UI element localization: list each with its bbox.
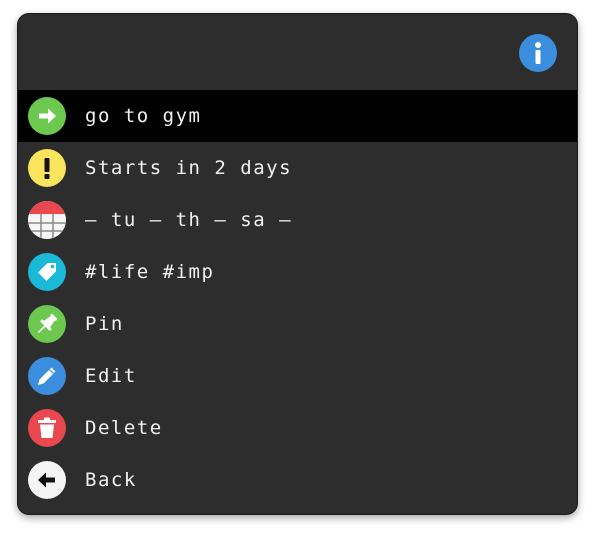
menu-item-starts[interactable]: Starts in 2 days <box>18 142 577 194</box>
pencil-icon <box>28 357 66 395</box>
back-label: Back <box>85 469 137 491</box>
arrow-left-icon <box>28 461 66 499</box>
header <box>18 14 577 90</box>
tags-label: #life #imp <box>85 261 215 283</box>
menu-item-repeat-days[interactable]: — tu — th — sa — <box>18 194 577 246</box>
info-icon <box>535 42 541 64</box>
menu-item-back[interactable]: Back <box>18 454 577 506</box>
menu-item-tags[interactable]: #life #imp <box>18 246 577 298</box>
task-menu-window: go to gym Starts in 2 days — tu — th — s… <box>17 13 578 515</box>
action-menu: go to gym Starts in 2 days — tu — th — s… <box>18 90 577 506</box>
tag-icon <box>28 253 66 291</box>
task-title: go to gym <box>85 105 202 127</box>
delete-label: Delete <box>85 417 163 439</box>
info-button[interactable] <box>519 34 557 72</box>
exclamation-icon <box>28 149 66 187</box>
pin-label: Pin <box>85 313 124 335</box>
pin-icon <box>28 305 66 343</box>
menu-item-pin[interactable]: Pin <box>18 298 577 350</box>
trash-icon <box>28 409 66 447</box>
calendar-icon <box>28 201 66 239</box>
arrow-right-icon <box>28 97 66 135</box>
menu-item-edit[interactable]: Edit <box>18 350 577 402</box>
menu-item-go-to-gym[interactable]: go to gym <box>18 90 577 142</box>
starts-label: Starts in 2 days <box>85 157 293 179</box>
edit-label: Edit <box>85 365 137 387</box>
menu-item-delete[interactable]: Delete <box>18 402 577 454</box>
repeat-days-label: — tu — th — sa — <box>85 209 293 231</box>
